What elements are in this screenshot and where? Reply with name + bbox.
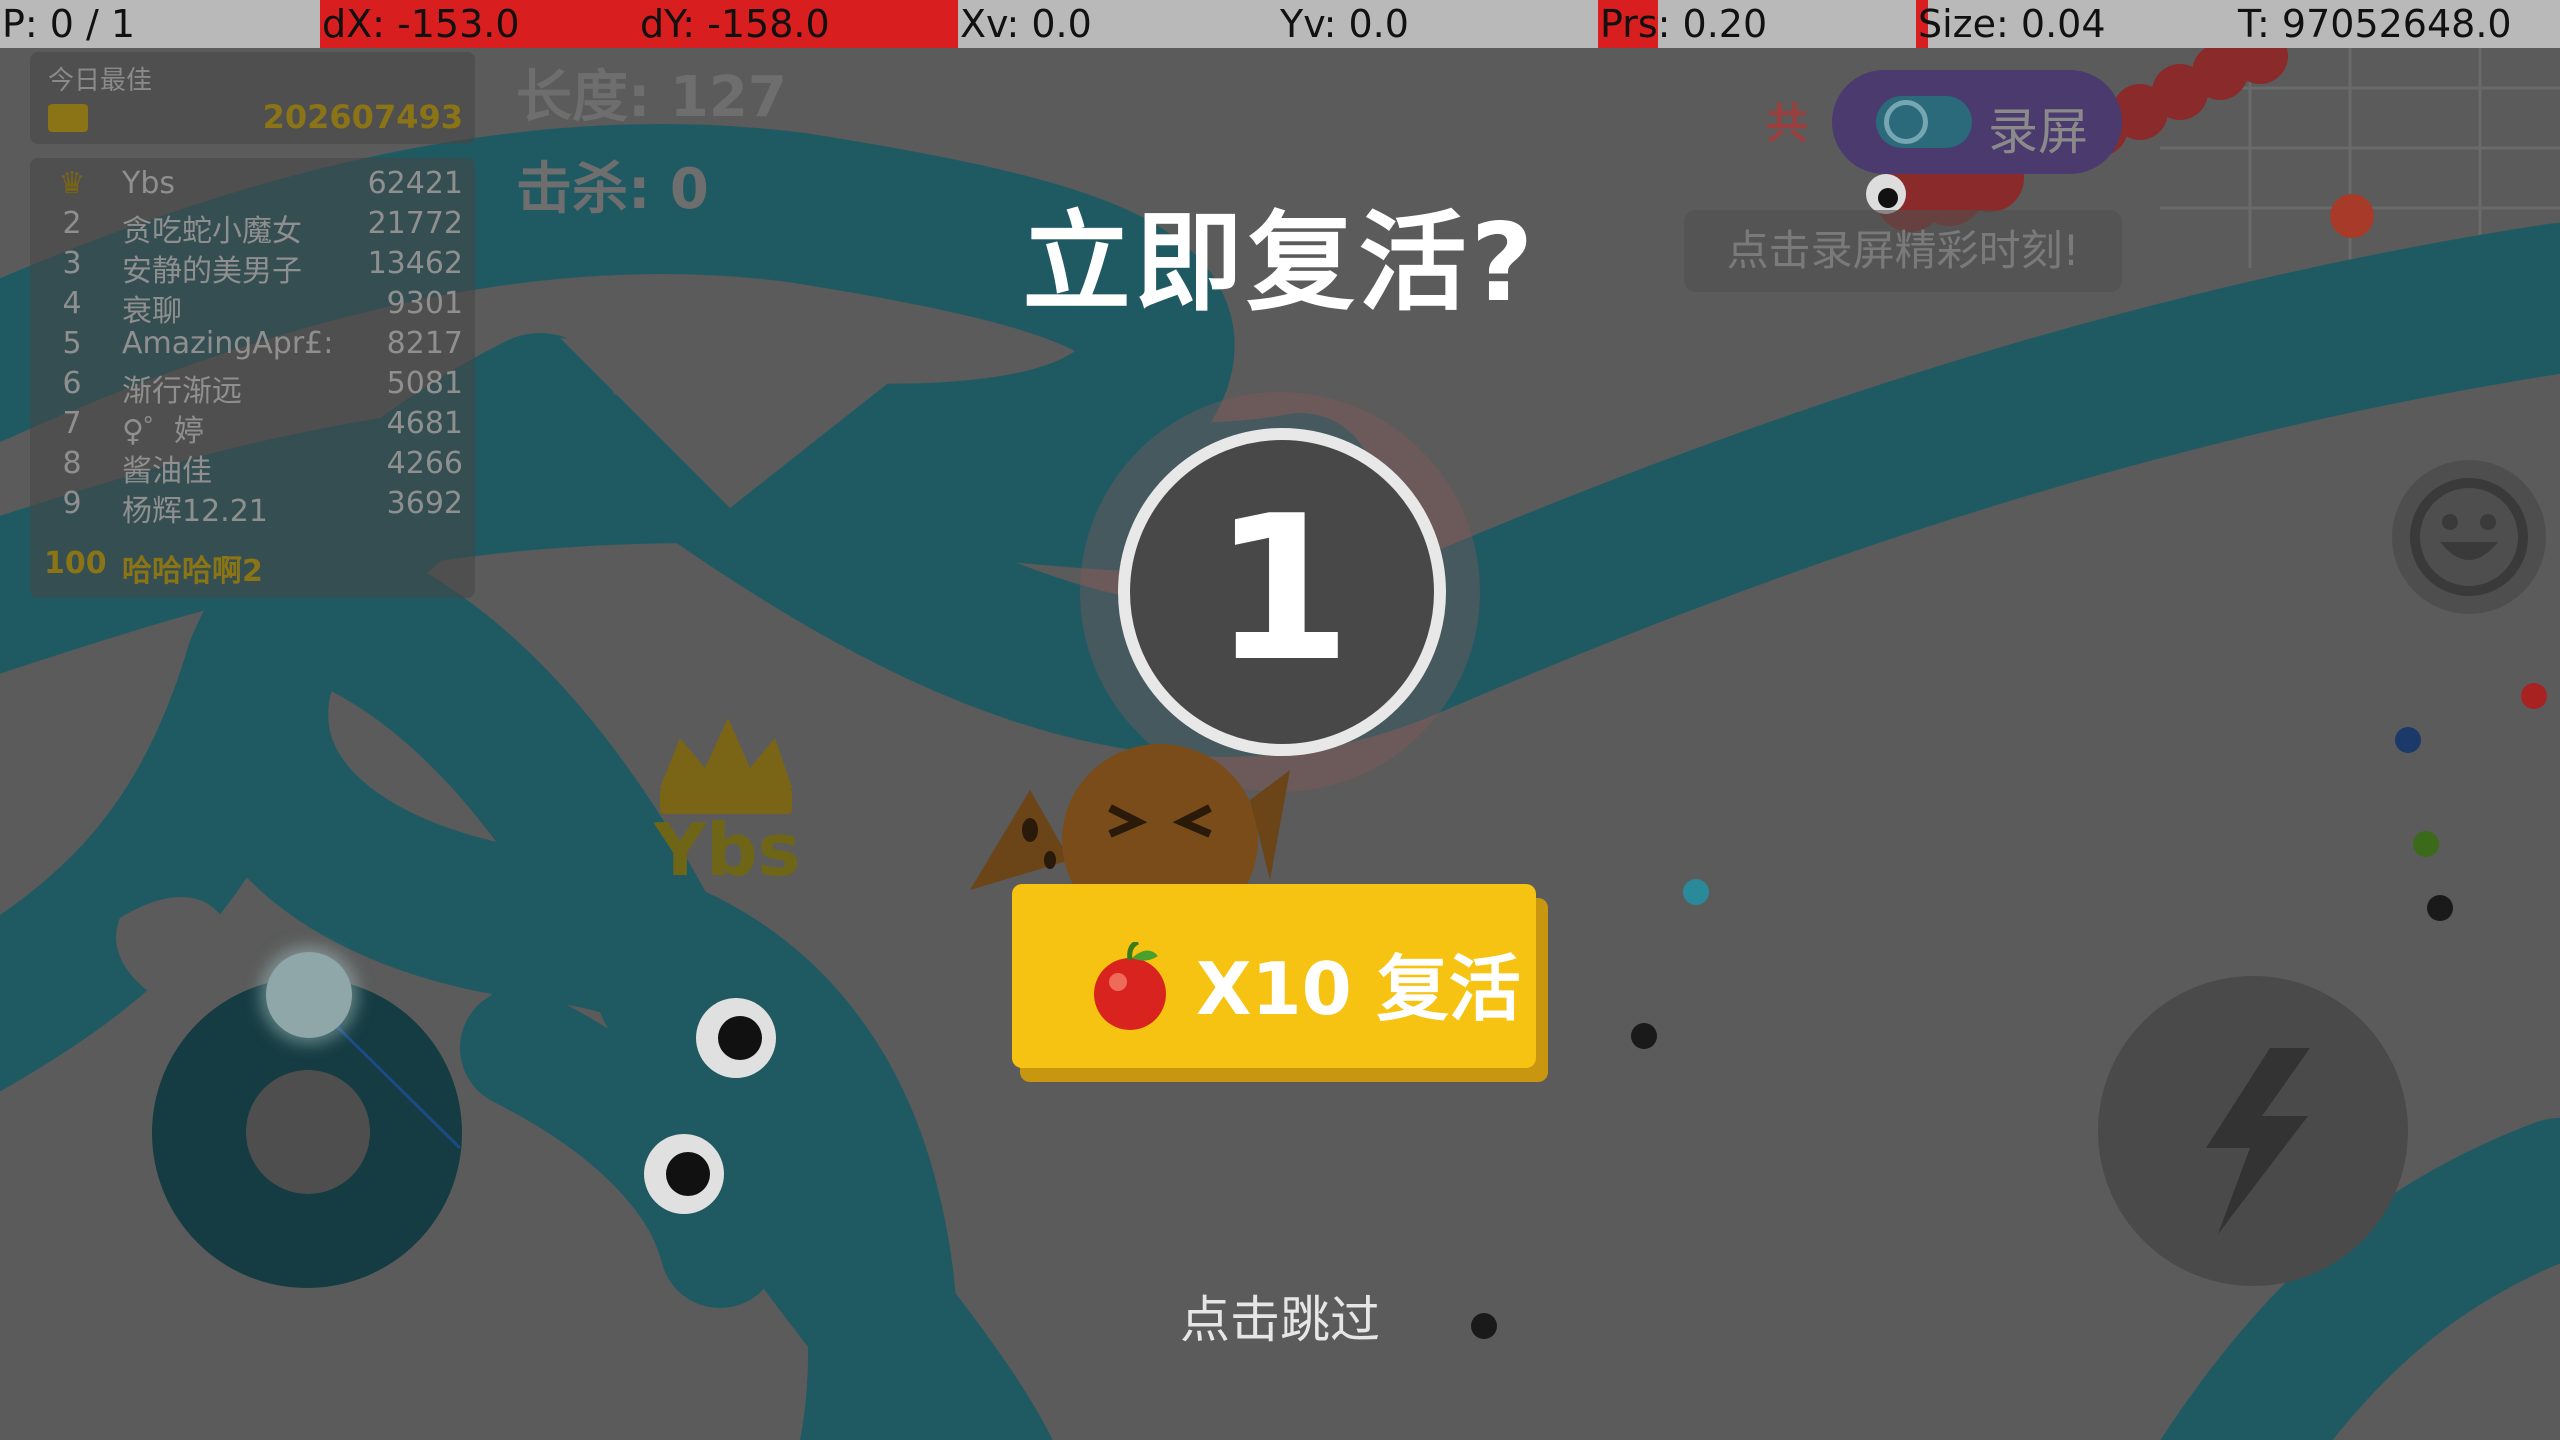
daily-best-panel: 今日最佳 202607493 bbox=[30, 52, 475, 144]
debug-dy: dY: -158.0 bbox=[638, 0, 958, 48]
trophy-icon bbox=[48, 104, 88, 132]
boost-button[interactable] bbox=[2098, 976, 2408, 1286]
debug-bar: P: 0 / 1 dX: -153.0 dY: -158.0 Xv: 0.0 Y… bbox=[0, 0, 2560, 48]
daily-best-label: 今日最佳 bbox=[48, 66, 153, 96]
record-button[interactable]: 录屏 bbox=[1832, 70, 2122, 174]
debug-time: T: 97052648.0 bbox=[2238, 2, 2512, 46]
countdown-timer: 1 bbox=[1118, 428, 1446, 756]
revive-button-label: X10 复活 bbox=[1196, 947, 1521, 1031]
debug-yv: Yv: 0.0 bbox=[1280, 2, 1409, 46]
length-stat: 长度: 127 bbox=[516, 52, 787, 133]
daily-best-value: 202607493 bbox=[262, 98, 463, 136]
revive-title: 立即复活? bbox=[1022, 201, 1538, 326]
debug-size: Size: 0.04 bbox=[1916, 0, 2236, 48]
debug-xv: Xv: 0.0 bbox=[960, 2, 1092, 46]
leaderboard-row: 6 渐行渐远 5081 bbox=[62, 366, 463, 409]
emoji-icon bbox=[2410, 478, 2528, 596]
joystick-handle[interactable] bbox=[266, 952, 352, 1038]
length-value: 127 bbox=[669, 65, 787, 130]
leaderboard-row: 7 ♀゜婷 4681 bbox=[62, 406, 463, 449]
leaderboard-row: 8 酱油佳 4266 bbox=[62, 446, 463, 489]
skip-button[interactable]: 点击跳过 bbox=[0, 1280, 2560, 1352]
apple-icon bbox=[1094, 942, 1166, 1030]
leaderboard-my-rank: 100 哈哈哈啊2 bbox=[44, 546, 263, 589]
player-name-label: Ybs bbox=[654, 808, 801, 892]
length-label: 长度: bbox=[516, 65, 670, 130]
debug-pressure: Prs: 0.20 bbox=[1598, 0, 1916, 48]
leaderboard-row: 9 杨辉12.21 3692 bbox=[62, 486, 463, 529]
share-text: 共 bbox=[1766, 99, 1809, 148]
revive-button[interactable]: X10 复活 bbox=[1012, 884, 1548, 1084]
mascot-image bbox=[970, 744, 1290, 900]
debug-pointer: P: 0 / 1 bbox=[2, 2, 136, 46]
emoji-button[interactable] bbox=[2392, 460, 2546, 614]
lightning-icon bbox=[2206, 1048, 2310, 1234]
record-toggle-knob bbox=[1884, 100, 1928, 144]
record-label: 录屏 bbox=[1988, 103, 2088, 161]
crown-icon bbox=[660, 718, 792, 814]
debug-dx: dX: -153.0 bbox=[320, 0, 638, 48]
leaderboard-row: 5 AmazingApr£: 8217 bbox=[62, 326, 463, 361]
